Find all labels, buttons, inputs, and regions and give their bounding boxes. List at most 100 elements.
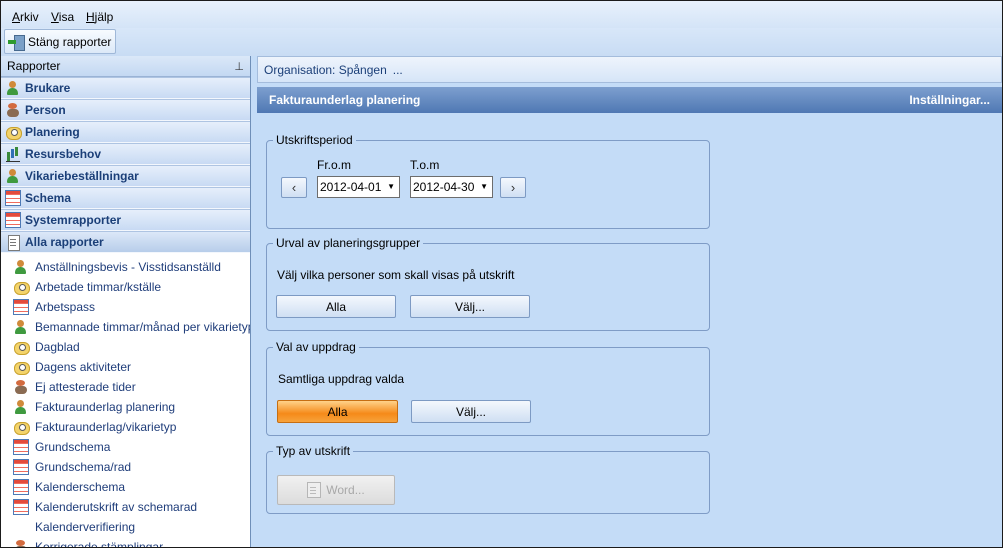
assignments-text: Samtliga uppdrag valda bbox=[278, 372, 405, 386]
reports-sidebar: Rapporter ⊥ Brukare Person Planering Res… bbox=[1, 56, 251, 548]
report-label: Korrigerade stämplingar bbox=[35, 540, 164, 548]
report-item[interactable]: Anställningsbevis - Visstidsanställd bbox=[1, 257, 250, 277]
report-item[interactable]: Dagens aktiviteter bbox=[1, 357, 250, 377]
category-schema[interactable]: Schema bbox=[1, 187, 250, 209]
report-item[interactable]: Grundschema bbox=[1, 437, 250, 457]
menu-help[interactable]: Hjälp bbox=[86, 10, 113, 24]
report-label: Kalenderutskrift av schemarad bbox=[35, 500, 198, 514]
menu-file[interactable]: Arkiv bbox=[12, 10, 39, 24]
pin-icon[interactable]: ⊥ bbox=[234, 60, 244, 73]
dropdown-arrow-icon: ▼ bbox=[480, 182, 488, 191]
clock-icon bbox=[13, 419, 30, 435]
output-type-legend: Typ av utskrift bbox=[273, 444, 354, 458]
chevron-left-icon: ‹ bbox=[291, 180, 297, 195]
category-label: Resursbehov bbox=[25, 147, 102, 161]
report-item[interactable]: Kalenderschema bbox=[1, 477, 250, 497]
report-label: Grundschema/rad bbox=[35, 460, 132, 474]
report-label: Ej attesterade tider bbox=[35, 380, 136, 394]
category-resursbehov[interactable]: Resursbehov bbox=[1, 143, 250, 165]
category-alla-rapporter[interactable]: Alla rapporter bbox=[1, 231, 250, 253]
previous-period-button[interactable]: ‹ bbox=[281, 177, 307, 198]
report-label: Dagblad bbox=[35, 340, 80, 354]
report-title-bar: Fakturaunderlag planering Inställningar.… bbox=[257, 87, 1002, 113]
to-date-picker[interactable]: 2012-04-30 ▼ bbox=[410, 176, 493, 198]
button-label: Välj... bbox=[454, 299, 485, 314]
close-reports-button[interactable]: Stäng rapporter bbox=[4, 29, 117, 54]
planning-groups-choose-button[interactable]: Välj... bbox=[410, 295, 530, 318]
person-icon bbox=[5, 102, 21, 118]
assignments-choose-button[interactable]: Välj... bbox=[411, 400, 531, 423]
from-label: Fr.o.m bbox=[317, 158, 352, 172]
report-label: Bemannade timmar/månad per vikarietyp bbox=[35, 320, 251, 334]
clock-icon bbox=[13, 359, 30, 375]
assignments-group: Val av uppdrag Samtliga uppdrag valda Al… bbox=[266, 340, 710, 436]
organisation-label: Organisation: Spången bbox=[264, 62, 387, 77]
settings-link[interactable]: Inställningar... bbox=[909, 93, 990, 107]
report-settings-panel: Utskriftsperiod Fr.o.m T.o.m ‹ 2012-04-0… bbox=[257, 113, 1002, 547]
report-label: Fakturaunderlag planering bbox=[35, 400, 176, 414]
report-item[interactable]: Arbetspass bbox=[1, 297, 250, 317]
calendar-icon bbox=[13, 479, 29, 495]
report-title: Fakturaunderlag planering bbox=[269, 93, 421, 107]
word-export-button[interactable]: Word... bbox=[277, 475, 395, 505]
category-planering[interactable]: Planering bbox=[1, 121, 250, 143]
report-item[interactable]: Grundschema/rad bbox=[1, 457, 250, 477]
person-icon bbox=[13, 539, 29, 547]
category-vikariebestallningar[interactable]: Vikariebeställningar bbox=[1, 165, 250, 187]
button-label: Välj... bbox=[455, 404, 486, 419]
report-item[interactable]: Dagblad bbox=[1, 337, 250, 357]
report-item[interactable]: Arbetade timmar/kställe bbox=[1, 277, 250, 297]
organisation-ellipsis[interactable]: ... bbox=[393, 63, 403, 77]
planning-groups-all-button[interactable]: Alla bbox=[276, 295, 396, 318]
report-label: Dagens aktiviteter bbox=[35, 360, 132, 374]
report-item[interactable]: Ej attesterade tider bbox=[1, 377, 250, 397]
clock-icon bbox=[13, 279, 30, 295]
next-period-button[interactable]: › bbox=[500, 177, 526, 198]
category-label: Vikariebeställningar bbox=[25, 169, 139, 183]
sidebar-header: Rapporter ⊥ bbox=[1, 56, 250, 77]
person-icon bbox=[5, 80, 21, 96]
calendar-icon bbox=[13, 459, 29, 475]
report-item[interactable]: Fakturaunderlag/vikarietyp bbox=[1, 417, 250, 437]
word-icon bbox=[307, 482, 322, 498]
to-date-value: 2012-04-30 bbox=[413, 180, 475, 194]
assignments-all-button[interactable]: Alla bbox=[277, 400, 398, 423]
report-item[interactable]: Kalenderverifiering bbox=[1, 517, 250, 537]
report-label: Arbetspass bbox=[35, 300, 96, 314]
report-label: Anställningsbevis - Visstidsanställd bbox=[35, 260, 221, 274]
planning-groups-group: Urval av planeringsgrupper Välj vilka pe… bbox=[266, 236, 710, 331]
from-date-value: 2012-04-01 bbox=[320, 180, 382, 194]
calendar-icon bbox=[5, 212, 21, 228]
button-label: Word... bbox=[326, 483, 365, 497]
person-icon bbox=[13, 319, 29, 335]
to-label: T.o.m bbox=[410, 158, 440, 172]
report-item[interactable]: Fakturaunderlag planering bbox=[1, 397, 250, 417]
category-label: Alla rapporter bbox=[25, 235, 104, 249]
output-type-group: Typ av utskrift Word... bbox=[266, 444, 710, 514]
category-brukare[interactable]: Brukare bbox=[1, 77, 250, 99]
report-label: Kalenderverifiering bbox=[35, 520, 136, 534]
organisation-bar[interactable]: Organisation: Spången ... bbox=[257, 56, 1002, 83]
report-item[interactable]: Bemannade timmar/månad per vikarietyp bbox=[1, 317, 250, 337]
person-icon bbox=[13, 379, 29, 395]
report-label: Fakturaunderlag/vikarietyp bbox=[35, 420, 177, 434]
chart-icon bbox=[5, 146, 21, 162]
report-item[interactable]: Kalenderutskrift av schemarad bbox=[1, 497, 250, 517]
exit-icon bbox=[8, 34, 25, 51]
calendar-icon bbox=[13, 299, 29, 315]
period-group: Utskriftsperiod Fr.o.m T.o.m ‹ 2012-04-0… bbox=[266, 133, 710, 229]
document-icon bbox=[5, 234, 21, 251]
calendar-icon bbox=[13, 499, 29, 515]
close-reports-label: Stäng rapporter bbox=[28, 34, 112, 49]
category-systemrapporter[interactable]: Systemrapporter bbox=[1, 209, 250, 231]
from-date-picker[interactable]: 2012-04-01 ▼ bbox=[317, 176, 400, 198]
report-item[interactable]: Korrigerade stämplingar bbox=[1, 537, 250, 548]
dropdown-arrow-icon: ▼ bbox=[387, 182, 395, 191]
category-label: Schema bbox=[25, 191, 72, 205]
person-icon bbox=[13, 399, 29, 415]
menu-view[interactable]: Visa bbox=[51, 10, 74, 24]
category-person[interactable]: Person bbox=[1, 99, 250, 121]
person-icon bbox=[13, 259, 29, 275]
report-label: Kalenderschema bbox=[35, 480, 126, 494]
button-label: Alla bbox=[325, 299, 346, 314]
